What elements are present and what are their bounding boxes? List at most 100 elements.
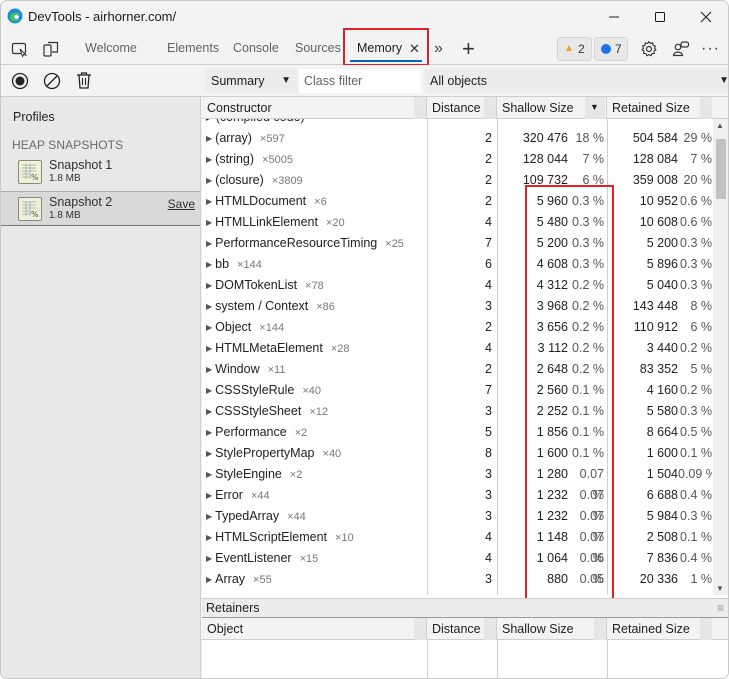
constructor-name: HTMLScriptElement [215,530,327,544]
table-row[interactable]: ▶ Error ×44 3 1 232 0.07 % 6 688 0.4 % [202,485,712,523]
header-shallow-size[interactable]: Shallow Size [497,618,607,640]
expand-triangle-icon[interactable]: ▶ [206,176,212,185]
table-row[interactable]: ▶ HTMLDocument ×6 2 5 960 0.3 % 10 952 0.6 % [202,191,712,212]
expand-triangle-icon[interactable]: ▶ [206,491,212,500]
expand-triangle-icon[interactable]: ▶ [206,344,212,353]
clear-icon[interactable] [43,72,61,90]
row-shallow-size: 5 480 [536,215,568,229]
table-row[interactable]: ▶ (closure) ×3809 2 109 732 6 % 359 008 20 % [202,170,712,191]
expand-triangle-icon[interactable]: ▶ [206,533,212,542]
row-retained-size: 110 912 [633,320,678,334]
constructor-name: HTMLMetaElement [215,341,323,355]
expand-triangle-icon[interactable]: ▶ [206,302,212,311]
expand-triangle-icon[interactable]: ▶ [206,197,212,206]
active-tab-indicator [350,60,422,62]
table-row[interactable]: ▶ HTMLScriptElement ×10 4 1 148 0.07 % 2 508 0.… [202,527,712,565]
close-window-button[interactable] [683,1,728,33]
table-row[interactable]: ▶ StylePropertyMap ×40 8 1 600 0.1 % 1 600 0.1 … [202,443,712,464]
table-row[interactable]: ▶ PerformanceResourceTiming ×25 7 5 200 0.3 %… [202,233,712,254]
table-row[interactable]: ▶ Window ×11 2 2 648 0.2 % 83 352 5 % [202,359,712,380]
expand-triangle-icon[interactable]: ▶ [206,134,212,143]
table-row[interactable]: ▶ system / Context ×86 3 3 968 0.2 % 143 448 8 … [202,296,712,317]
trash-icon[interactable] [75,71,93,90]
table-row[interactable]: ▶StyleEngine×231 2800.07 %1 5040.09 % [202,464,712,502]
table-row[interactable]: ▶ TypedArray ×44 3 1 232 0.07 % 5 984 0.3 % [202,506,712,544]
expand-triangle-icon[interactable]: ▶ [206,365,212,374]
instance-count: ×11 [267,364,286,376]
expand-triangle-icon[interactable]: ▶ [206,239,212,248]
constructor-name: StyleEngine [215,467,282,481]
header-object[interactable]: Object [202,618,427,640]
scroll-thumb[interactable] [716,139,726,199]
expand-triangle-icon[interactable]: ▶ [206,428,212,437]
view-select[interactable]: Summary ▼ [205,69,297,93]
row-constructor: ▶ Object ×144 [206,317,284,339]
table-row[interactable]: ▶ bb ×144 6 4 608 0.3 % 5 896 0.3 % [202,254,712,275]
expand-triangle-icon[interactable]: ▶ [206,281,212,290]
new-tab-icon[interactable]: + [462,33,475,64]
row-distance: 8 [485,446,492,460]
minimize-icon [609,16,619,18]
header-constructor[interactable]: Constructor [202,97,427,119]
inspect-element-icon[interactable] [11,40,29,58]
save-snapshot-link[interactable]: Save [168,197,195,211]
settings-gear-icon[interactable] [640,40,658,58]
row-constructor: ▶ HTMLDocument ×6 [206,191,327,213]
objects-select[interactable]: All objects ▼ [425,69,728,93]
expand-triangle-icon[interactable]: ▶ [206,407,212,416]
header-retained-size[interactable]: Retained Size [607,97,713,119]
expand-triangle-icon[interactable]: ▶ [206,512,212,521]
maximize-button[interactable] [637,1,683,33]
record-icon[interactable] [11,72,29,90]
table-row[interactable]: ▶Array ×55 3 880 0.05 % 20 336 1 % [202,569,712,595]
messages-badge[interactable]: 7 [594,37,628,61]
constructor-name: Object [215,320,252,334]
tab-sources[interactable]: Sources [295,33,341,64]
expand-triangle-icon[interactable]: ▶ [206,218,212,227]
row-shallow-size: 1 148 [536,530,568,544]
class-filter-input[interactable] [299,69,421,93]
table-row[interactable]: ▶ CSSStyleRule ×40 7 2 560 0.1 % 4 160 0.2 % [202,380,712,401]
table-row[interactable]: ▶ Object ×144 2 3 656 0.2 % 110 912 6 % [202,317,712,338]
feedback-icon[interactable] [672,40,690,58]
expand-triangle-icon[interactable]: ▶ [206,575,212,584]
scroll-up-icon[interactable]: ▲ [716,121,724,130]
edge-logo-icon [7,8,23,24]
table-row[interactable]: ▶ (string) ×5005 2 128 044 7 % 128 084 7 % [202,149,712,170]
expand-triangle-icon[interactable]: ▶ [206,449,212,458]
profiles-toolbar [1,65,201,97]
device-emulation-icon[interactable] [42,40,60,58]
scroll-down-icon[interactable]: ▼ [716,584,724,593]
expand-triangle-icon[interactable]: ▶ [206,323,212,332]
instance-count: ×5005 [262,154,293,166]
table-row[interactable]: ▶ CSSStyleSheet ×12 3 2 252 0.1 % 5 580 0.3 % [202,401,712,422]
minimize-button[interactable] [591,1,637,33]
warning-icon: ▲ [564,43,574,54]
sort-descending-icon[interactable]: ▼ [585,97,605,119]
tab-welcome[interactable]: Welcome [85,33,137,64]
more-tabs-icon[interactable]: » [434,33,443,64]
expand-triangle-icon[interactable]: ▶ [206,386,212,395]
tab-elements[interactable]: Elements [167,33,219,64]
table-row[interactable]: ▶ (array) ×597 2 320 476 18 % 504 584 29 % [202,128,712,149]
table-row[interactable]: ▶ EventListener ×15 4 1 064 0.06 % 7 836 0.4 % [202,548,712,586]
retainers-panel-header: Retainers ≡ [202,598,728,618]
table-row[interactable]: ▶ HTMLLinkElement ×20 4 5 480 0.3 % 10 608 0.6 … [202,212,712,233]
table-row[interactable]: ▶ HTMLMetaElement ×28 4 3 112 0.2 % 3 440 0.2 % [202,338,712,359]
tab-console[interactable]: Console [233,33,279,64]
snapshot-item[interactable]: % Snapshot 1 1.8 MB [1,155,200,190]
more-options-icon[interactable]: ··· [701,33,720,64]
row-retained-size: 8 664 [646,425,678,439]
grid-scrollbar[interactable]: ▲ ▼ [713,119,728,595]
expand-triangle-icon[interactable]: ▶ [206,260,212,269]
resize-handle-icon[interactable]: ≡ [717,601,724,615]
warnings-badge[interactable]: ▲ 2 [557,37,592,61]
expand-triangle-icon[interactable]: ▶ [206,155,212,164]
snapshot-item-selected[interactable]: % Snapshot 2 1.8 MB Save [1,191,200,226]
table-row[interactable]: ▶ DOMTokenList ×78 4 4 312 0.2 % 5 040 0.3 % [202,275,712,296]
expand-triangle-icon[interactable]: ▶ [206,554,212,563]
row-distance: 3 [485,572,492,586]
table-row[interactable]: ▶ Performance ×2 5 1 856 0.1 % 8 664 0.5 % [202,422,712,443]
row-retained-percent: 8 % [690,299,712,313]
expand-triangle-icon[interactable]: ▶ [206,470,212,479]
